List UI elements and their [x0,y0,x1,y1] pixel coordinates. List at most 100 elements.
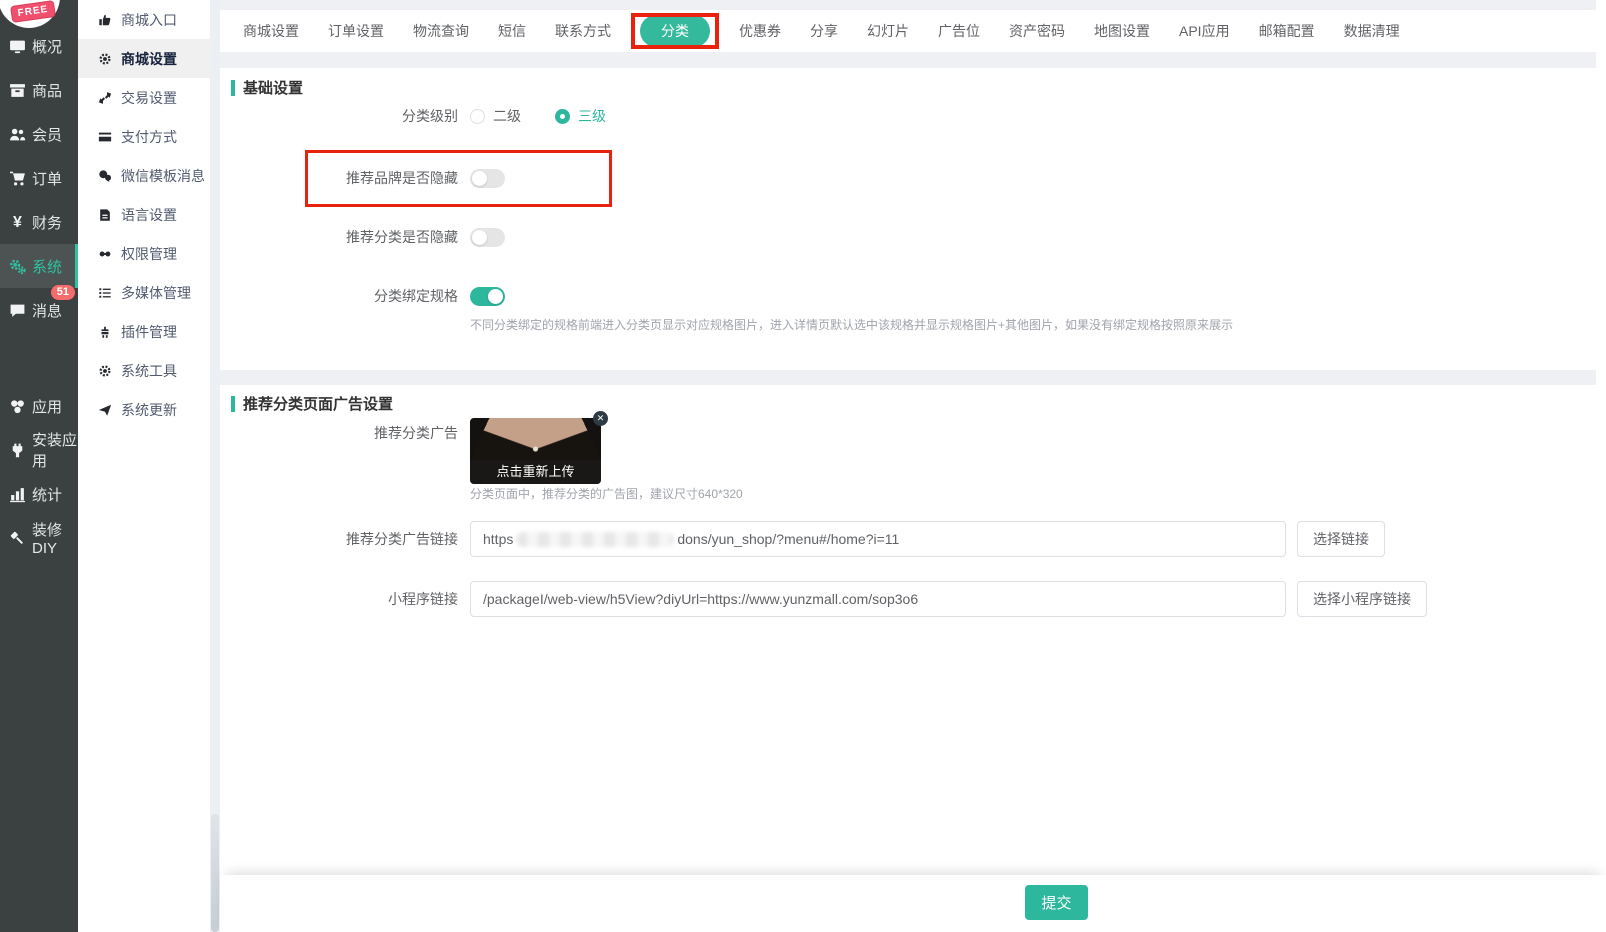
tab-mall-settings[interactable]: 商城设置 [243,21,299,41]
sidebar-item-label: 财务 [32,212,62,233]
gear-icon [98,52,112,66]
ad-link-value-prefix: https [483,531,513,547]
sidebar-item-apps[interactable]: 应用 [0,384,78,428]
secondary-sidebar: 商城入口 商城设置 交易设置 支付方式 微信模板消息 语言设置 权限管理 多媒体… [78,0,210,932]
tab-sms[interactable]: 短信 [498,21,526,41]
wechat-icon [98,169,112,183]
ad-image-thumbnail[interactable]: 点击重新上传 ✕ [470,418,601,484]
sidebar-item-diy[interactable]: 装修DIY [0,516,78,560]
basic-settings-card: 基础设置 分类级别 二级 三级 推荐品牌是否隐藏 推荐分类是否隐藏 分类绑定规格… [220,68,1596,370]
menu-item-label: 微信模板消息 [121,166,205,186]
menu-item-label: 支付方式 [121,127,177,147]
page-scrollbar-track[interactable] [1596,0,1606,932]
sidebar-item-messages[interactable]: 消息 51 [0,288,78,332]
ad-link-row: 推荐分类广告链接 httpsdons/yun_shop/?menu#/home?… [220,521,1385,557]
ad-image-hint: 分类页面中，推荐分类的广告图，建议尺寸640*320 [470,485,743,502]
sidebar-item-install-apps[interactable]: 安装应用 [0,428,78,472]
menu-item-label: 权限管理 [121,244,177,264]
members-icon [9,126,26,143]
reupload-overlay[interactable]: 点击重新上传 [470,460,601,484]
menu-item-mall-entry[interactable]: 商城入口 [78,0,210,39]
sidebar-item-label: 安装应用 [32,429,78,471]
sidebar-item-goods[interactable]: 商品 [0,68,78,112]
hammer-icon [9,530,26,547]
hide-category-row: 推荐分类是否隐藏 [220,223,505,251]
choose-link-button[interactable]: 选择链接 [1297,521,1385,557]
tab-asset-password[interactable]: 资产密码 [1009,21,1065,41]
tab-api-app[interactable]: API应用 [1179,21,1230,41]
sidebar-item-statistics[interactable]: 统计 [0,472,78,516]
tab-logistics[interactable]: 物流查询 [413,21,469,41]
yen-icon: ¥ [9,214,26,231]
radio-circle[interactable] [470,109,485,124]
radio-level-3[interactable]: 三级 [555,106,606,126]
bind-spec-row: 分类绑定规格 [220,282,505,310]
menu-item-wechat-template[interactable]: 微信模板消息 [78,156,210,195]
settings-tabbar: 商城设置 订单设置 物流查询 短信 联系方式 分类 优惠券 分享 幻灯片 广告位… [220,10,1596,52]
menu-item-system-update[interactable]: 系统更新 [78,390,210,429]
redacted-url-segment [516,532,674,547]
tab-slideshow[interactable]: 幻灯片 [867,21,909,41]
menu-item-label: 交易设置 [121,88,177,108]
menu-item-payment-methods[interactable]: 支付方式 [78,117,210,156]
menu-item-language-settings[interactable]: 语言设置 [78,195,210,234]
remove-image-icon[interactable]: ✕ [593,411,608,426]
sidebar-item-label: 装修DIY [32,519,78,557]
menu-item-system-tools[interactable]: 系统工具 [78,351,210,390]
sidebar-item-label: 会员 [32,124,62,145]
section-accent-bar [231,80,235,96]
tab-order-settings[interactable]: 订单设置 [328,21,384,41]
sidebar-item-finance[interactable]: ¥ 财务 [0,200,78,244]
tab-mailbox-config[interactable]: 邮箱配置 [1259,21,1315,41]
gears-icon [9,258,26,275]
radio-level-2[interactable]: 二级 [470,106,521,126]
menu-item-plugins[interactable]: 插件管理 [78,312,210,351]
sidebar-item-members[interactable]: 会员 [0,112,78,156]
bank-card-icon [98,130,112,144]
primary-nav: 概况 商品 会员 订单 ¥ 财务 系统 消息 51 应 [0,24,78,560]
exchange-icon [98,91,112,105]
sidebar-scrollbar-thumb[interactable] [211,814,219,932]
menu-item-media[interactable]: 多媒体管理 [78,273,210,312]
menu-item-label: 语言设置 [121,205,177,225]
hide-brand-toggle[interactable] [470,169,505,188]
choose-mini-link-button[interactable]: 选择小程序链接 [1297,581,1427,617]
install-apps-icon [9,442,26,459]
sidebar-item-label: 统计 [32,484,62,505]
ad-link-input[interactable]: httpsdons/yun_shop/?menu#/home?i=11 [470,521,1286,557]
menu-item-trade-settings[interactable]: 交易设置 [78,78,210,117]
hide-category-toggle[interactable] [470,228,505,247]
tab-category[interactable]: 分类 [640,15,710,47]
tab-ad-position[interactable]: 广告位 [938,21,980,41]
mini-link-input[interactable]: /packageI/web-view/h5View?diyUrl=https:/… [470,581,1286,617]
primary-sidebar: FREE 概况 商品 会员 订单 ¥ 财务 系统 消息 5 [0,0,78,932]
sidebar-item-label: 概况 [32,36,62,57]
tab-share[interactable]: 分享 [810,21,838,41]
menu-item-mall-settings[interactable]: 商城设置 [78,39,210,78]
sidebar-item-label: 消息 [32,300,62,321]
ad-settings-card: 推荐分类页面广告设置 推荐分类广告 点击重新上传 ✕ 分类页面中，推荐分类的广告… [220,385,1596,875]
bind-spec-label: 分类绑定规格 [220,286,458,306]
tab-data-cleanup[interactable]: 数据清理 [1344,21,1400,41]
sidebar-item-overview[interactable]: 概况 [0,24,78,68]
hide-brand-row: 推荐品牌是否隐藏 [220,164,505,192]
plugin-icon [98,325,112,339]
section-title: 基础设置 [243,77,303,98]
language-icon [98,208,112,222]
radio-circle[interactable] [555,109,570,124]
submit-button[interactable]: 提交 [1025,885,1088,920]
hide-category-label: 推荐分类是否隐藏 [220,227,458,247]
sidebar-item-orders[interactable]: 订单 [0,156,78,200]
bind-spec-toggle[interactable] [470,287,505,306]
menu-item-label: 系统工具 [121,361,177,381]
tab-coupon[interactable]: 优惠券 [739,21,781,41]
menu-item-label: 商城入口 [121,10,177,30]
tab-map-settings[interactable]: 地图设置 [1094,21,1150,41]
tools-gear-icon [98,364,112,378]
menu-item-permission[interactable]: 权限管理 [78,234,210,273]
sidebar-item-system[interactable]: 系统 [0,244,78,288]
section-title: 推荐分类页面广告设置 [243,393,393,414]
tab-contact[interactable]: 联系方式 [555,21,611,41]
section-header-ad: 推荐分类页面广告设置 [231,393,393,414]
menu-item-label: 多媒体管理 [121,283,191,303]
